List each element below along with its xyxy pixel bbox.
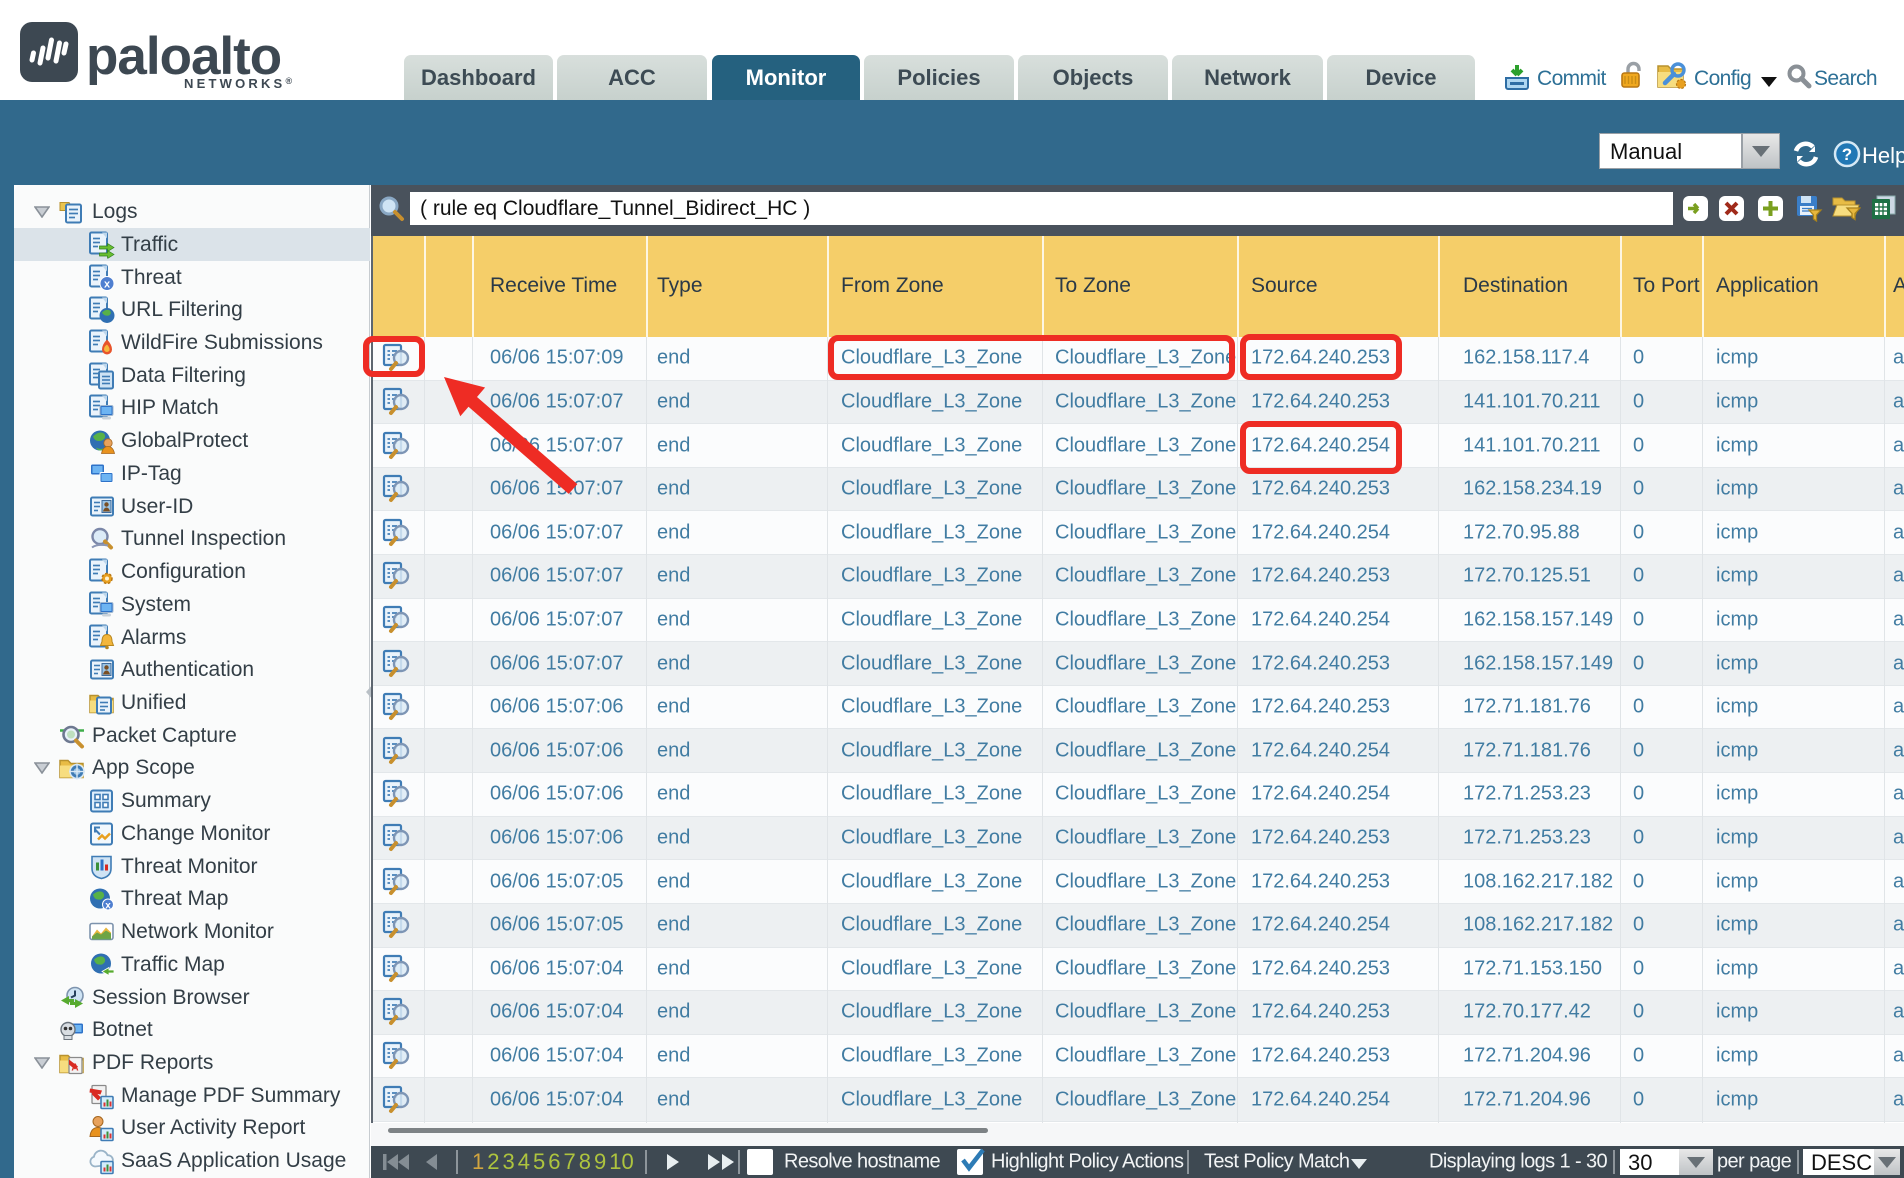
svg-text:x: x bbox=[105, 901, 111, 912]
svg-text:x: x bbox=[104, 278, 111, 290]
svg-text:A: A bbox=[71, 1063, 78, 1074]
svg-text:?: ? bbox=[1842, 145, 1852, 164]
